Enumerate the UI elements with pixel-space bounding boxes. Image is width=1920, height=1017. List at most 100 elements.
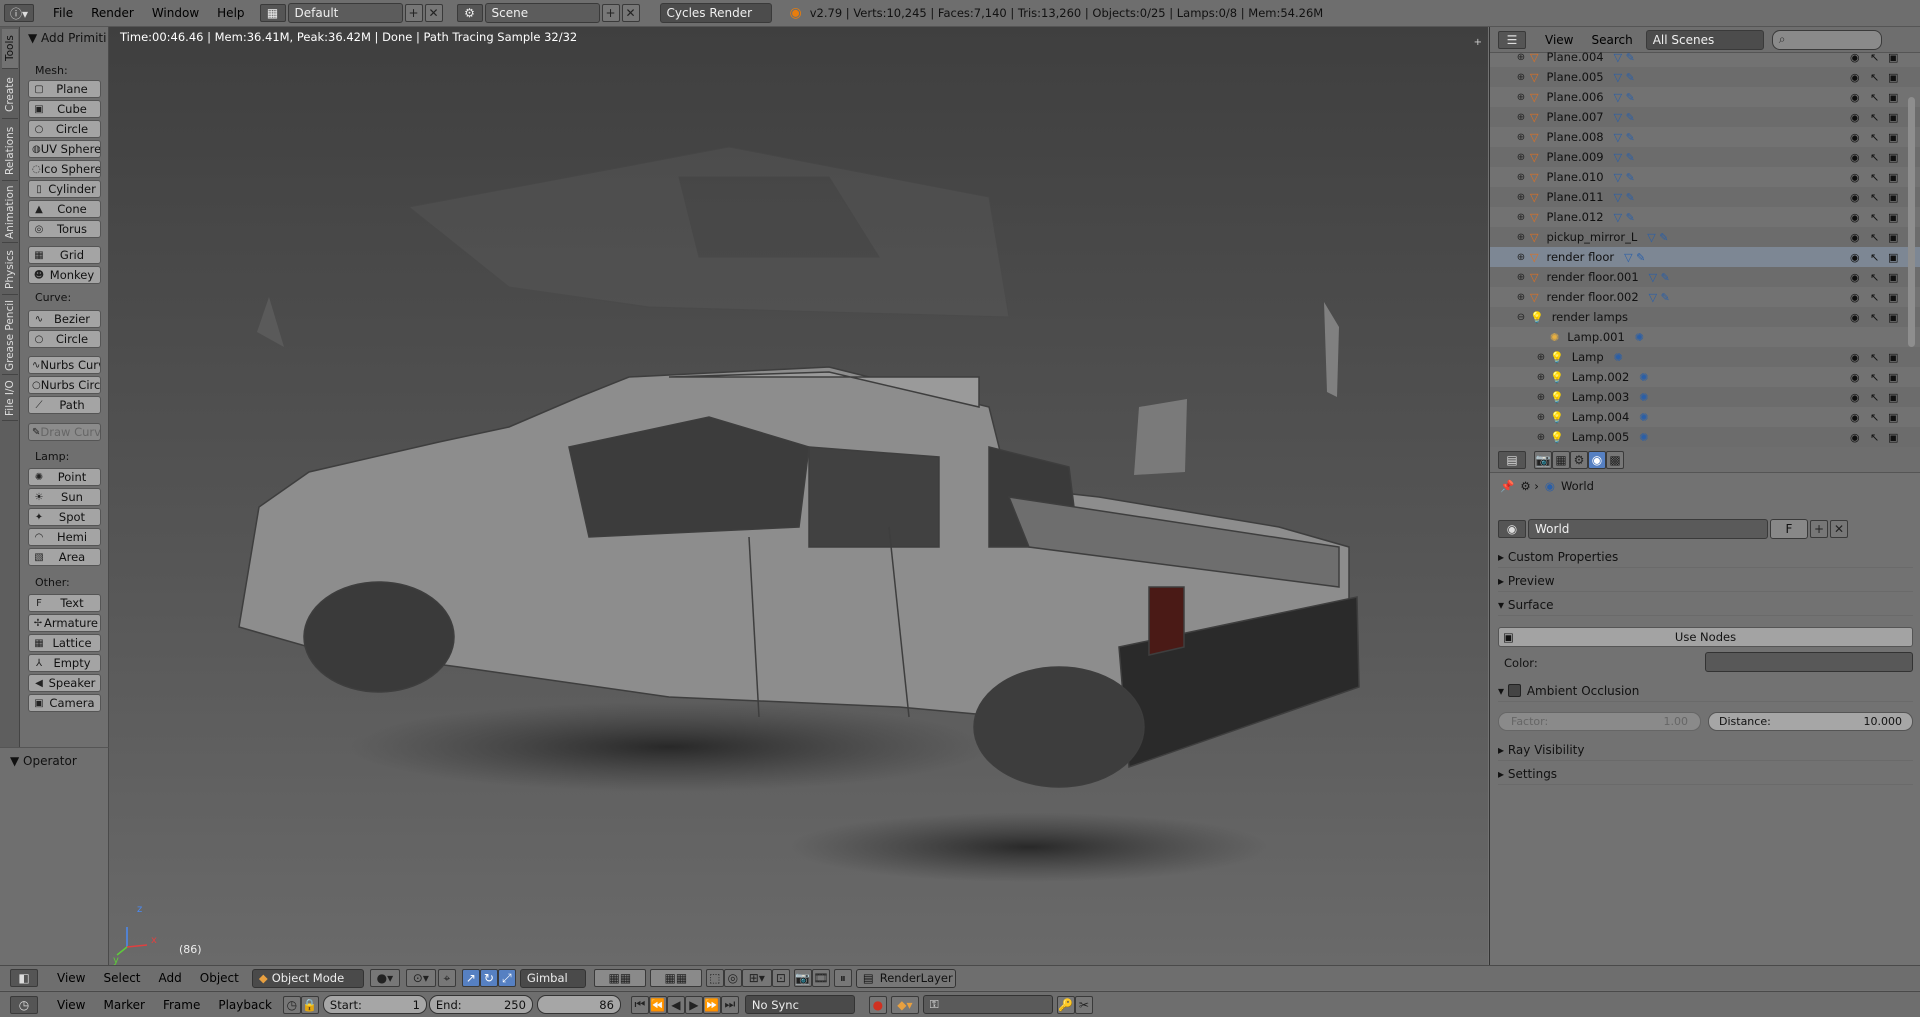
selectable-cursor-icon[interactable]: ↖ (1870, 431, 1879, 444)
outliner-row[interactable]: ⊕ 💡 Lamp.002 ✺ ◉ ↖ ▣ (1490, 367, 1920, 387)
expand-toggle-icon[interactable]: ⊕ (1514, 252, 1528, 263)
add-sun-lamp-button[interactable]: ☀ Sun (28, 488, 101, 506)
rotate-manipulator-icon[interactable]: ↻ (479, 969, 498, 987)
timeline-menu-frame[interactable]: Frame (154, 998, 209, 1012)
add-primitive-header[interactable]: ▼ Add Primiti (28, 31, 106, 45)
scene-name-field[interactable]: Scene (484, 3, 600, 23)
keying-set-field[interactable]: ⚿ (922, 995, 1053, 1014)
add-lattice-button[interactable]: ▦ Lattice (28, 634, 101, 652)
expand-toggle-icon[interactable]: ⊕ (1514, 152, 1528, 163)
ambient-occlusion-panel[interactable]: ▾ Ambient Occlusion (1498, 680, 1913, 702)
pivot-select-icon[interactable]: ⊙▾ (405, 969, 436, 987)
add-ico-sphere-button[interactable]: ◌ Ico Sphere (28, 160, 101, 178)
outliner-row[interactable]: ✺ Lamp.001 ✺ (1490, 327, 1920, 347)
pin-icon[interactable]: 📌 (1500, 479, 1514, 493)
outliner-row[interactable]: ⊕ ▽ render floor ▽ ✎ ◉ ↖ ▣ (1490, 247, 1920, 267)
preview-panel[interactable]: ▸ Preview (1498, 570, 1913, 592)
expand-toggle-icon[interactable]: ⊕ (1514, 92, 1528, 103)
sync-select[interactable]: No Sync (744, 995, 855, 1014)
lock-camera-icon[interactable]: ⬚ (705, 969, 724, 987)
jump-end-icon[interactable]: ⏭ (720, 995, 739, 1014)
3d-menu-add[interactable]: Add (150, 971, 191, 985)
selectable-cursor-icon[interactable]: ↖ (1870, 131, 1879, 144)
visibility-eye-icon[interactable]: ◉ (1850, 71, 1860, 84)
3d-menu-view[interactable]: View (48, 971, 94, 985)
3d-menu-object[interactable]: Object (191, 971, 248, 985)
play-reverse-icon[interactable]: ◀ (666, 995, 685, 1014)
outliner-row[interactable]: ⊕ ▽ Plane.006 ▽ ✎ ◉ ↖ ▣ (1490, 87, 1920, 107)
selectable-cursor-icon[interactable]: ↖ (1870, 231, 1879, 244)
expand-toggle-icon[interactable]: ⊕ (1514, 212, 1528, 223)
new-world-icon[interactable]: + (1810, 520, 1828, 538)
add-bezier-button[interactable]: ∿ Bezier (28, 310, 101, 328)
properties-editor-icon[interactable]: ▤ (1498, 450, 1526, 469)
add-curve-circle-button[interactable]: ○ Circle (28, 330, 101, 348)
render-anim-icon[interactable]: 🎞 (811, 969, 830, 987)
outliner-row[interactable]: ⊕ 💡 Lamp.004 ✺ ◉ ↖ ▣ (1490, 407, 1920, 427)
add-area-lamp-button[interactable]: ▧ Area (28, 548, 101, 566)
expand-toggle-icon[interactable]: ⊖ (1514, 312, 1528, 323)
timeline-menu-marker[interactable]: Marker (94, 998, 153, 1012)
visibility-eye-icon[interactable]: ◉ (1850, 91, 1860, 104)
world-tab-icon[interactable]: ◉ (1588, 450, 1606, 469)
info-editor-icon[interactable]: ⓘ▾ (4, 4, 34, 22)
orientation-select[interactable]: Gimbal (519, 968, 586, 988)
operator-panel-header[interactable]: ▼ Operator (0, 747, 109, 967)
selectable-cursor-icon[interactable]: ↖ (1870, 391, 1879, 404)
tab-physics[interactable]: Physics (2, 245, 18, 295)
add-plane-button[interactable]: ▢ Plane (28, 80, 101, 98)
selectable-cursor-icon[interactable]: ↖ (1870, 311, 1879, 324)
outliner-row[interactable]: ⊕ ▽ Plane.005 ▽ ✎ ◉ ↖ ▣ (1490, 67, 1920, 87)
pause-icon[interactable]: ⏸ (833, 969, 852, 987)
expand-toggle-icon[interactable]: ⊕ (1534, 392, 1548, 403)
world-datablock-icon[interactable]: ◉ (1498, 520, 1526, 538)
expand-toggle-icon[interactable]: ⊕ (1514, 112, 1528, 123)
use-nodes-button[interactable]: ▣ Use Nodes (1498, 627, 1913, 647)
add-scene-icon[interactable]: + (601, 4, 620, 22)
texture-tab-icon[interactable]: ▩ (1606, 450, 1624, 469)
play-icon[interactable]: ▶ (684, 995, 703, 1014)
selectable-cursor-icon[interactable]: ↖ (1870, 211, 1879, 224)
add-cube-button[interactable]: ▣ Cube (28, 100, 101, 118)
outliner-menu-search[interactable]: Search (1582, 33, 1641, 47)
custom-properties-panel[interactable]: ▸ Custom Properties (1498, 546, 1913, 568)
visibility-eye-icon[interactable]: ◉ (1850, 51, 1860, 64)
layout-grid-icon[interactable]: ▦ (259, 4, 286, 22)
selectable-cursor-icon[interactable]: ↖ (1870, 251, 1879, 264)
selectable-cursor-icon[interactable]: ↖ (1870, 291, 1879, 304)
timeline-menu-playback[interactable]: Playback (209, 998, 281, 1012)
scale-manipulator-icon[interactable]: ⤢ (497, 969, 516, 987)
3d-view-editor-icon[interactable]: ◧ (10, 969, 38, 987)
expand-toggle-icon[interactable]: ⊕ (1514, 232, 1528, 243)
end-frame-field[interactable]: End: 250 (428, 995, 533, 1014)
outliner-row[interactable]: ⊕ ▽ Plane.011 ▽ ✎ ◉ ↖ ▣ (1490, 187, 1920, 207)
selectable-cursor-icon[interactable]: ↖ (1870, 271, 1879, 284)
visibility-eye-icon[interactable]: ◉ (1850, 351, 1860, 364)
manipulator-icon[interactable]: ⌖ (437, 969, 456, 987)
add-camera-button[interactable]: ▣ Camera (28, 694, 101, 712)
visibility-eye-icon[interactable]: ◉ (1850, 391, 1860, 404)
menu-render[interactable]: Render (82, 6, 143, 20)
expand-toggle-icon[interactable]: ⊕ (1534, 372, 1548, 383)
outliner-row[interactable]: ⊕ ▽ Plane.012 ▽ ✎ ◉ ↖ ▣ (1490, 207, 1920, 227)
add-layout-icon[interactable]: + (404, 4, 423, 22)
expand-toggle-icon[interactable]: ⊕ (1514, 292, 1528, 303)
selectable-cursor-icon[interactable]: ↖ (1870, 191, 1879, 204)
renderable-camera-icon[interactable]: ▣ (1888, 71, 1898, 84)
world-color-swatch[interactable] (1705, 652, 1913, 672)
selectable-cursor-icon[interactable]: ↖ (1870, 411, 1879, 424)
renderable-camera-icon[interactable]: ▣ (1888, 231, 1898, 244)
renderable-camera-icon[interactable]: ▣ (1888, 351, 1898, 364)
outliner-row[interactable]: ⊕ ▽ pickup_mirror_L ▽ ✎ ◉ ↖ ▣ (1490, 227, 1920, 247)
unlink-world-icon[interactable]: ✕ (1830, 520, 1848, 538)
outliner-row[interactable]: ⊕ ▽ Plane.004 ▽ ✎ ◉ ↖ ▣ (1490, 47, 1920, 67)
tab-grease-pencil[interactable]: Grease Pencil (2, 297, 18, 375)
add-path-button[interactable]: ⟋ Path (28, 396, 101, 414)
add-cylinder-button[interactable]: ▯ Cylinder (28, 180, 101, 198)
renderable-camera-icon[interactable]: ▣ (1888, 171, 1898, 184)
expand-toggle-icon[interactable]: ⊕ (1514, 192, 1528, 203)
add-speaker-button[interactable]: ◀ Speaker (28, 674, 101, 692)
expand-toggle-icon[interactable]: ⊕ (1514, 52, 1528, 63)
mode-select[interactable]: ◆ Object Mode (251, 968, 364, 988)
ray-visibility-panel[interactable]: ▸ Ray Visibility (1498, 739, 1913, 761)
